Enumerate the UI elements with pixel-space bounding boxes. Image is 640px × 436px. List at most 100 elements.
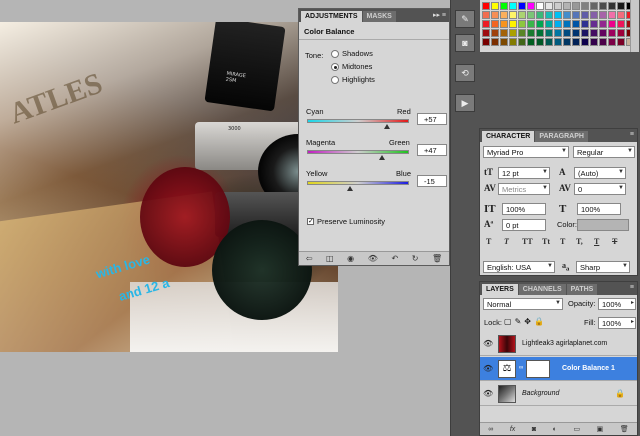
panel-menu-icon[interactable]: ▸▸ ≡ — [433, 11, 446, 19]
lock-transparent-icon[interactable]: ▢ — [504, 317, 515, 326]
color-swatch[interactable] — [563, 38, 571, 46]
color-swatch[interactable] — [527, 20, 535, 28]
color-swatch[interactable] — [581, 20, 589, 28]
color-swatch[interactable] — [518, 11, 526, 19]
delete-icon[interactable]: 🗑 — [620, 425, 629, 433]
tone-shadows-radio[interactable] — [331, 49, 339, 58]
color-swatch[interactable] — [500, 29, 508, 37]
color-swatch[interactable] — [518, 38, 526, 46]
opacity-input[interactable]: 100% ▸ — [598, 298, 636, 310]
tone-shadows-option[interactable]: Shadows — [331, 49, 373, 58]
play-icon[interactable]: ▶ — [455, 94, 475, 112]
color-swatch[interactable] — [509, 29, 517, 37]
subscript-button[interactable]: T, — [576, 237, 583, 246]
cyan-red-value-input[interactable]: +57 — [417, 113, 447, 125]
color-swatch[interactable] — [572, 29, 580, 37]
color-swatch[interactable] — [500, 2, 508, 10]
color-swatch[interactable] — [491, 29, 499, 37]
eye-icon[interactable]: 👁 — [483, 364, 493, 373]
color-swatch[interactable] — [518, 29, 526, 37]
link-icon[interactable]: ∞ — [488, 426, 493, 433]
refresh-icon[interactable]: ↻ — [412, 254, 419, 263]
color-swatch[interactable] — [482, 2, 490, 10]
layer-row-color-balance[interactable]: 👁 ⚖ ∞ Color Balance 1 — [480, 357, 637, 381]
color-swatch[interactable] — [536, 2, 544, 10]
color-swatch[interactable] — [482, 20, 490, 28]
fx-icon[interactable]: fx — [510, 426, 515, 433]
cyan-red-slider-thumb[interactable] — [384, 124, 391, 129]
eye-icon[interactable]: 👁 — [483, 339, 493, 348]
brush-icon[interactable]: ✎ — [455, 10, 475, 28]
layer-row-lightleak[interactable]: 👁 Lightleak3 agirlaplanet.com — [480, 332, 637, 356]
faux-bold-button[interactable]: T — [486, 237, 491, 246]
history-icon[interactable]: ⟲ — [455, 64, 475, 82]
tab-layers[interactable]: LAYERS — [482, 284, 518, 295]
color-swatch[interactable] — [509, 2, 517, 10]
color-swatch[interactable] — [572, 2, 580, 10]
faux-italic-button[interactable]: T — [504, 237, 509, 246]
new-layer-icon[interactable]: ▣ — [597, 425, 604, 433]
color-swatch[interactable] — [554, 29, 562, 37]
color-swatch[interactable] — [599, 20, 607, 28]
color-swatch[interactable] — [554, 11, 562, 19]
preserve-luminosity-checkbox[interactable]: ✓ — [307, 218, 314, 225]
mask-icon[interactable]: ◙ — [455, 34, 475, 52]
color-swatch[interactable] — [617, 20, 625, 28]
language-select[interactable]: English: USA ▼ — [483, 261, 555, 273]
color-swatch[interactable] — [518, 20, 526, 28]
color-swatch[interactable] — [590, 2, 598, 10]
color-swatch[interactable] — [500, 38, 508, 46]
underline-button[interactable]: T — [594, 237, 599, 246]
vertical-scale-input[interactable]: 100% — [502, 203, 546, 215]
tab-channels[interactable]: CHANNELS — [518, 284, 566, 295]
color-swatch[interactable] — [527, 38, 535, 46]
color-swatch[interactable] — [545, 11, 553, 19]
color-swatch[interactable] — [563, 29, 571, 37]
color-swatch[interactable] — [491, 38, 499, 46]
yellow-blue-value-input[interactable]: -15 — [417, 175, 447, 187]
tone-midtones-radio[interactable] — [331, 62, 339, 71]
color-swatch[interactable] — [536, 38, 544, 46]
color-swatch[interactable] — [563, 20, 571, 28]
mask-add-icon[interactable]: ◙ — [532, 426, 536, 433]
horizontal-scale-input[interactable]: 100% — [577, 203, 621, 215]
color-swatch[interactable] — [599, 38, 607, 46]
color-swatch[interactable] — [527, 2, 535, 10]
color-swatch[interactable] — [527, 29, 535, 37]
color-swatch[interactable] — [590, 38, 598, 46]
color-swatch[interactable] — [536, 29, 544, 37]
tab-masks[interactable]: MASKS — [362, 11, 396, 22]
lock-all-icon[interactable]: 🔒 — [534, 317, 547, 326]
document-image[interactable]: ATLES MIRAGE 2SM 3000 with love and 12 a — [0, 22, 338, 352]
color-swatch[interactable] — [545, 2, 553, 10]
color-swatch[interactable] — [581, 29, 589, 37]
color-swatch[interactable] — [509, 38, 517, 46]
color-swatch[interactable] — [482, 11, 490, 19]
clip-icon[interactable]: ◫ — [326, 254, 334, 263]
color-swatch[interactable] — [590, 20, 598, 28]
visibility-icon[interactable]: ◉ — [347, 254, 354, 263]
color-swatch[interactable] — [509, 11, 517, 19]
color-swatch[interactable] — [527, 11, 535, 19]
tone-midtones-option[interactable]: Midtones — [331, 62, 372, 71]
layer-name[interactable]: Color Balance 1 — [562, 365, 615, 372]
strikethrough-button[interactable]: T — [612, 237, 617, 246]
color-swatch[interactable] — [581, 38, 589, 46]
color-swatch[interactable] — [491, 11, 499, 19]
tone-highlights-option[interactable]: Highlights — [331, 75, 375, 84]
color-swatch[interactable] — [617, 38, 625, 46]
magenta-green-value-input[interactable]: +47 — [417, 144, 447, 156]
superscript-button[interactable]: T — [560, 237, 565, 246]
color-swatch[interactable] — [599, 2, 607, 10]
yellow-blue-slider-thumb[interactable] — [347, 186, 354, 191]
color-swatch[interactable] — [491, 20, 499, 28]
link-icon[interactable]: ∞ — [519, 365, 523, 371]
delete-icon[interactable]: 🗑 — [432, 254, 442, 263]
color-swatch[interactable] — [554, 38, 562, 46]
color-swatch[interactable] — [608, 2, 616, 10]
group-icon[interactable]: ▭ — [573, 425, 580, 433]
color-swatch[interactable] — [572, 38, 580, 46]
layer-mask-thumbnail[interactable] — [526, 360, 550, 378]
cyan-red-slider[interactable] — [307, 119, 409, 123]
layer-name[interactable]: Background — [522, 390, 559, 397]
